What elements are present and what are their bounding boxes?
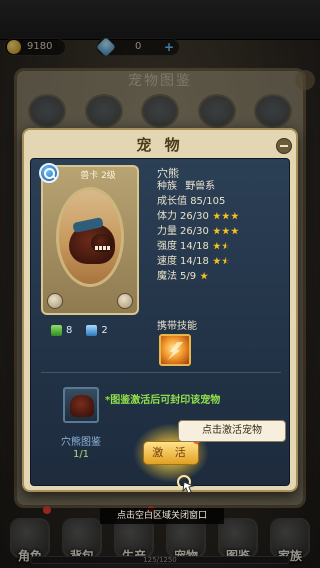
bear-teeth <box>95 246 111 250</box>
activate-tooltip: 点击激活宠物 <box>178 420 286 442</box>
green-crystal-value: 8 <box>66 325 73 336</box>
magnifier-icon[interactable] <box>39 163 59 183</box>
stat-value: 26/30 <box>180 211 209 222</box>
divider <box>41 372 281 373</box>
star-icon <box>221 212 230 220</box>
pet-stats: 种族 野兽系 成长值 85/105 体力 26/30 力量 26/30 强度 14/18 速… <box>157 179 287 284</box>
stat-value: 14/18 <box>180 256 209 267</box>
star-rating <box>212 209 240 224</box>
collection-card <box>63 387 99 423</box>
stat-label: 强度 <box>157 241 177 252</box>
tap-pointer-icon <box>177 475 195 494</box>
stat-row: 强度 14/18 <box>157 239 287 254</box>
collection-count: 1/1 <box>72 449 90 460</box>
star-icon <box>212 212 221 220</box>
star-rating <box>212 239 231 254</box>
card-socket-icon <box>47 293 63 309</box>
star-icon <box>221 227 230 235</box>
stat-race: 种族 野兽系 <box>157 179 287 194</box>
stat-row: 体力 26/30 <box>157 209 287 224</box>
stat-row: 速度 14/18 <box>157 254 287 269</box>
stat-row: 魔法 5/9 <box>157 269 287 284</box>
star-icon <box>212 242 221 250</box>
star-icon <box>212 257 221 265</box>
stat-label: 成长值 <box>157 196 187 207</box>
bear-thumbnail <box>70 395 94 417</box>
stat-label: 速度 <box>157 256 177 267</box>
star-icon <box>230 227 239 235</box>
stat-value: 野兽系 <box>185 181 216 192</box>
stat-label: 体力 <box>157 211 177 222</box>
dialog-title: 宠 物 <box>136 136 184 154</box>
half-star-icon <box>221 242 230 250</box>
blue-crystal-value: 2 <box>101 325 108 336</box>
stat-row: 力量 26/30 <box>157 224 287 239</box>
stat-value: 26/30 <box>180 226 209 237</box>
green-crystal-icon <box>51 325 62 336</box>
star-icon <box>212 227 221 235</box>
pet-portrait <box>56 187 124 287</box>
pet-card: 兽卡 2级 <box>39 163 139 315</box>
stat-value: 14/18 <box>180 241 209 252</box>
stat-label: 力量 <box>157 226 177 237</box>
star-rating <box>200 269 209 284</box>
close-hint: 点击空白区域关闭窗口 <box>100 508 224 524</box>
stat-value: 85/105 <box>190 196 226 207</box>
stat-growth: 成长值 85/105 <box>157 194 287 209</box>
collection-name: 穴熊图鉴 <box>61 437 101 448</box>
star-rating <box>212 254 231 269</box>
activation-tip: *图鉴激活后可封印该宠物 <box>105 395 221 406</box>
card-resources: 8 2 <box>51 325 108 336</box>
attribute-list: 体力 26/30 力量 26/30 强度 14/18 速度 14/18 魔法 5/9 <box>157 209 287 284</box>
green-crystal: 8 <box>51 325 72 336</box>
skill-lightning-icon[interactable] <box>159 334 191 366</box>
stat-label: 种族 <box>157 181 177 192</box>
close-icon[interactable] <box>276 138 292 154</box>
blue-crystal-icon <box>86 325 98 336</box>
stat-value: 5/9 <box>180 271 197 282</box>
half-star-icon <box>221 257 230 265</box>
skills-label: 携带技能 <box>157 321 197 332</box>
card-socket-icon <box>117 293 133 309</box>
stat-label: 魔法 <box>157 271 177 282</box>
star-rating <box>212 224 240 239</box>
star-icon <box>200 272 208 280</box>
star-icon <box>230 212 239 220</box>
blue-crystal: 2 <box>86 325 108 336</box>
activate-button[interactable]: 激 活 <box>143 441 199 465</box>
card-level: 兽卡 2级 <box>80 171 116 181</box>
